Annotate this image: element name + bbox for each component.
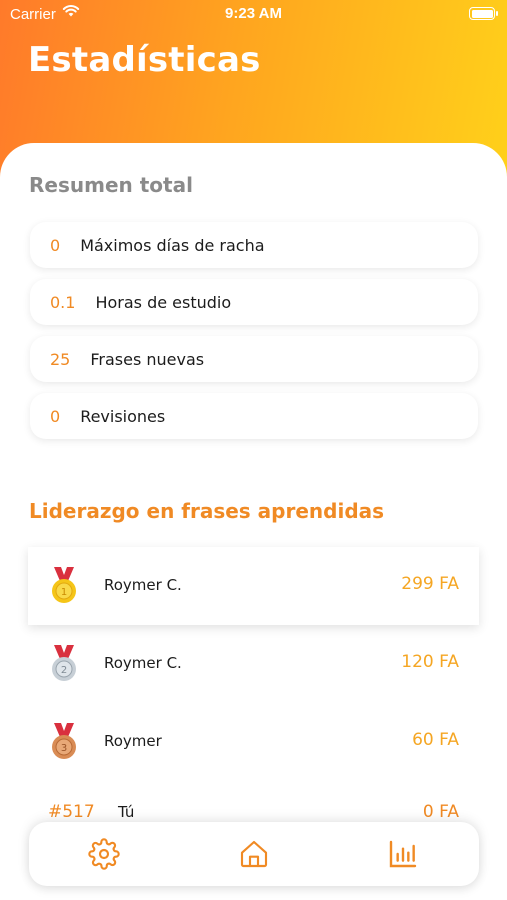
summary-section-title: Resumen total	[29, 173, 193, 197]
battery-icon	[469, 7, 498, 20]
svg-text:1: 1	[61, 587, 67, 598]
svg-text:2: 2	[61, 665, 67, 676]
leader-name: Roymer C.	[104, 576, 182, 594]
stat-value: 0.1	[50, 292, 76, 312]
status-bar: Carrier 9:23 AM	[0, 0, 507, 30]
leaderboard-row: 3 Roymer 60 FA	[28, 703, 479, 781]
leader-score: 120 FA	[401, 652, 459, 672]
stat-label: Revisiones	[80, 406, 166, 426]
stat-value: 25	[50, 349, 71, 369]
bronze-medal-icon: 3	[52, 723, 76, 759]
stat-value: 0	[50, 406, 61, 426]
stat-label: Frases nuevas	[90, 349, 205, 369]
stat-label: Máximos días de racha	[80, 235, 265, 255]
current-user-rank: #517	[48, 802, 95, 822]
leader-name: Roymer	[104, 732, 162, 750]
leader-score: 299 FA	[401, 574, 459, 594]
status-time: 9:23 AM	[225, 5, 282, 22]
leader-score: 60 FA	[412, 730, 459, 750]
leaderboard-row: 2 Roymer C. 120 FA	[28, 625, 479, 703]
bar-chart-icon[interactable]	[387, 838, 419, 870]
stat-card-new-phrases: 25 Frases nuevas	[30, 336, 478, 382]
stat-card-study-hours: 0.1 Horas de estudio	[30, 279, 478, 325]
stat-card-reviews: 0 Revisiones	[30, 393, 478, 439]
current-user-name: Tú	[118, 803, 135, 821]
home-icon[interactable]	[238, 838, 270, 870]
leader-name: Roymer C.	[104, 654, 182, 672]
silver-medal-icon: 2	[52, 645, 76, 681]
stat-value: 0	[50, 235, 61, 255]
page-title: Estadísticas	[28, 40, 261, 80]
gold-medal-icon: 1	[52, 567, 76, 603]
leaderboard-row: 1 Roymer C. 299 FA	[28, 547, 479, 625]
settings-gear-icon[interactable]	[88, 838, 120, 870]
bottom-tab-bar	[29, 822, 479, 886]
svg-text:3: 3	[61, 743, 67, 754]
stat-label: Horas de estudio	[95, 292, 232, 312]
current-user-score: 0 FA	[422, 802, 459, 822]
stat-card-streak: 0 Máximos días de racha	[30, 222, 478, 268]
leaderboard-section-title: Liderazgo en frases aprendidas	[29, 499, 385, 523]
